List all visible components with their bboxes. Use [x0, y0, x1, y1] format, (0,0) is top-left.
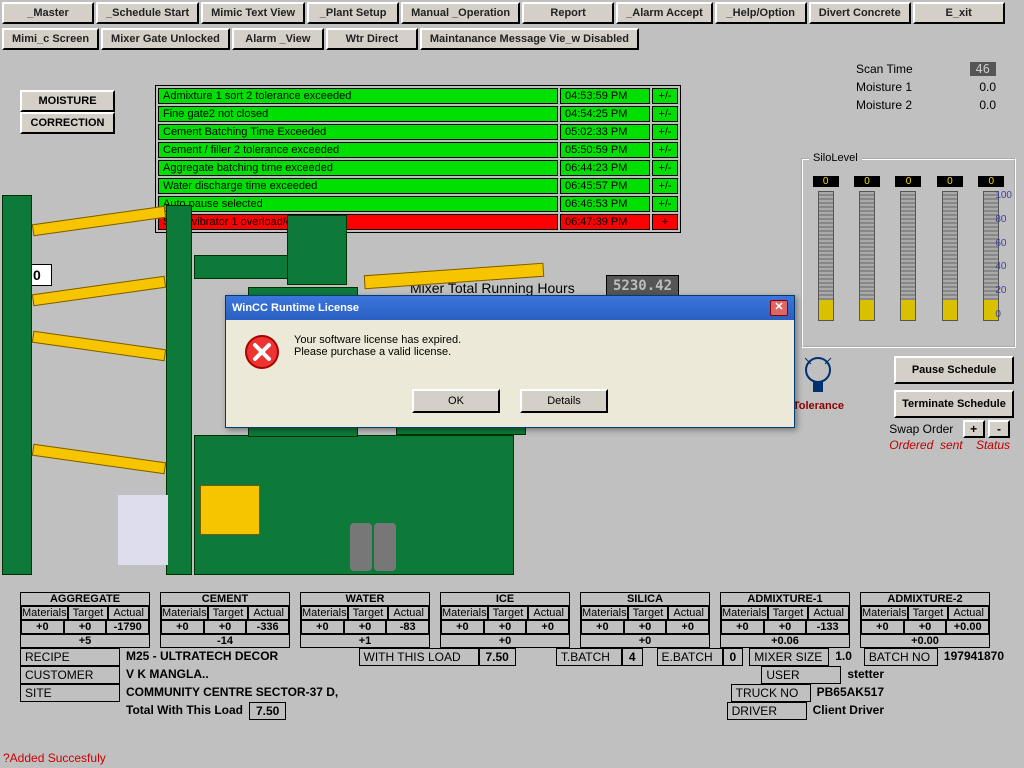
twl-value: 7.50 — [249, 702, 286, 720]
menu-mimic-screen[interactable]: Mimi_c Screen — [2, 28, 99, 50]
customer-value: V K MANGLA.. — [120, 666, 215, 684]
material-box: CEMENTMaterialsTargetActual+0+0-336-14 — [160, 592, 290, 648]
batchno-label: BATCH NO — [864, 648, 938, 666]
scan-panel: Scan Time 46 Moisture 1 0.0 Moisture 2 0.0 — [816, 60, 1016, 114]
menu-master[interactable]: _Master — [2, 2, 94, 24]
menu-plant-setup[interactable]: _Plant Setup — [307, 2, 399, 24]
bottom-status: ?Added Succesfuly — [3, 751, 106, 765]
menu-report[interactable]: Report — [522, 2, 614, 24]
close-icon[interactable]: ✕ — [770, 300, 788, 316]
moisture2-value: 0.0 — [979, 98, 996, 112]
menu-wtr-direct[interactable]: Wtr Direct — [326, 28, 418, 50]
silo-value: 0 — [895, 176, 921, 187]
silo-value: 0 — [854, 176, 880, 187]
pause-schedule-button[interactable]: Pause Schedule — [894, 356, 1014, 384]
user-value: stetter — [841, 666, 890, 684]
scan-time-value: 46 — [970, 62, 996, 76]
customer-label: CUSTOMER — [20, 666, 120, 684]
menu-row-1: _Master _Schedule Start Mimic Text View … — [0, 0, 1024, 26]
error-icon — [244, 334, 280, 373]
tbatch-label: T.BATCH — [556, 648, 622, 666]
silo-title: SiloLevel — [809, 152, 862, 164]
sent-label: sent — [940, 438, 963, 452]
swap-plus[interactable]: + — [963, 420, 985, 438]
dialog-title: WinCC Runtime License — [232, 302, 359, 314]
menu-manual-op[interactable]: Manual _Operation — [401, 2, 520, 24]
moisture2-label: Moisture 2 — [856, 98, 912, 112]
site-label: SITE — [20, 684, 120, 702]
moisture1-label: Moisture 1 — [856, 80, 912, 94]
alarm-row[interactable]: Cement Batching Time Exceeded05:02:33 PM… — [158, 124, 678, 140]
recipe-value: M25 - ULTRATECH DECOR — [120, 648, 284, 666]
dialog-ok-button[interactable]: OK — [412, 389, 500, 413]
swap-label: Swap Order — [889, 422, 953, 436]
tbatch-value: 4 — [622, 648, 643, 666]
status-label: Status — [976, 438, 1010, 452]
silo-bar — [942, 191, 958, 321]
info-grid: RECIPE M25 - ULTRATECH DECOR WITH THIS L… — [20, 648, 1010, 720]
moisture-button[interactable]: MOISTURE — [20, 90, 115, 112]
driver-label: DRIVER — [727, 702, 807, 720]
dialog-line2: Please purchase a valid license. — [294, 346, 461, 358]
license-dialog: WinCC Runtime License ✕ Your software li… — [225, 295, 795, 428]
silo-bar — [900, 191, 916, 321]
correction-button[interactable]: CORRECTION — [20, 112, 115, 134]
withload-label: WITH THIS LOAD — [359, 648, 479, 666]
ebatch-label: E.BATCH — [657, 648, 723, 666]
recipe-label: RECIPE — [20, 648, 120, 666]
silo-bar — [818, 191, 834, 321]
menu-schedule-start[interactable]: _Schedule Start — [96, 2, 199, 24]
mixersize-value: 1.0 — [829, 648, 858, 666]
scan-time-label: Scan Time — [856, 62, 913, 76]
material-box: ADMIXTURE-2MaterialsTargetActual+0+0+0.0… — [860, 592, 990, 648]
menu-alarm-accept[interactable]: _Alarm Accept — [616, 2, 713, 24]
menu-exit[interactable]: E_xit — [913, 2, 1005, 24]
ordered-label: Ordered — [889, 438, 933, 452]
truck-value: PB65AK517 — [811, 684, 890, 702]
user-label: USER — [761, 666, 841, 684]
silo-group: SiloLevel 00000 100806040200 — [801, 158, 1016, 348]
menu-row-2: Mimi_c Screen Mixer Gate Unlocked Alarm … — [0, 26, 1024, 52]
site-value: COMMUNITY CENTRE SECTOR-37 D, — [120, 684, 344, 702]
dialog-details-button[interactable]: Details — [520, 389, 608, 413]
silo-bar — [859, 191, 875, 321]
ebatch-value: 0 — [723, 648, 744, 666]
material-box: AGGREGATEMaterialsTargetActual+0+0-1790+… — [20, 592, 150, 648]
alarm-row[interactable]: Fine gate2 not closed04:54:25 PM+/- — [158, 106, 678, 122]
terminate-schedule-button[interactable]: Terminate Schedule — [894, 390, 1014, 418]
menu-alarm-view[interactable]: Alarm _View — [232, 28, 324, 50]
menu-mixer-gate[interactable]: Mixer Gate Unlocked — [101, 28, 230, 50]
menu-divert[interactable]: Divert Concrete — [809, 2, 911, 24]
batchno-value: 197941870 — [938, 648, 1010, 666]
mixersize-label: MIXER SIZE — [749, 648, 829, 666]
material-box: SILICAMaterialsTargetActual+0+0+0+0 — [580, 592, 710, 648]
moisture1-value: 0.0 — [979, 80, 996, 94]
alarm-row[interactable]: Cement / filler 2 tolerance exceeded05:5… — [158, 142, 678, 158]
silo-value: 0 — [978, 176, 1004, 187]
withload-value: 7.50 — [479, 648, 516, 666]
silo-value: 0 — [937, 176, 963, 187]
material-box: WATERMaterialsTargetActual+0+0-83+1 — [300, 592, 430, 648]
menu-maint-msg[interactable]: Maintanance Message Vie_w Disabled — [420, 28, 639, 50]
twl-label: Total With This Load — [120, 702, 249, 720]
truck-label: TRUCK NO — [731, 684, 811, 702]
tolerance-lamp: Tolerance — [793, 356, 844, 412]
material-box: ICEMaterialsTargetActual+0+0+0+0 — [440, 592, 570, 648]
material-box: ADMIXTURE-1MaterialsTargetActual+0+0-133… — [720, 592, 850, 648]
dialog-line1: Your software license has expired. — [294, 334, 461, 346]
swap-minus[interactable]: - — [988, 420, 1010, 438]
silo-value: 0 — [813, 176, 839, 187]
menu-mimic-text[interactable]: Mimic Text View — [201, 2, 305, 24]
menu-help[interactable]: _Help/Option — [715, 2, 807, 24]
alarm-row[interactable]: Admixture 1 sort 2 tolerance exceeded04:… — [158, 88, 678, 104]
alarm-row[interactable]: Aggregate batching time exceeded06:44:23… — [158, 160, 678, 176]
driver-value: Client Driver — [807, 702, 890, 720]
